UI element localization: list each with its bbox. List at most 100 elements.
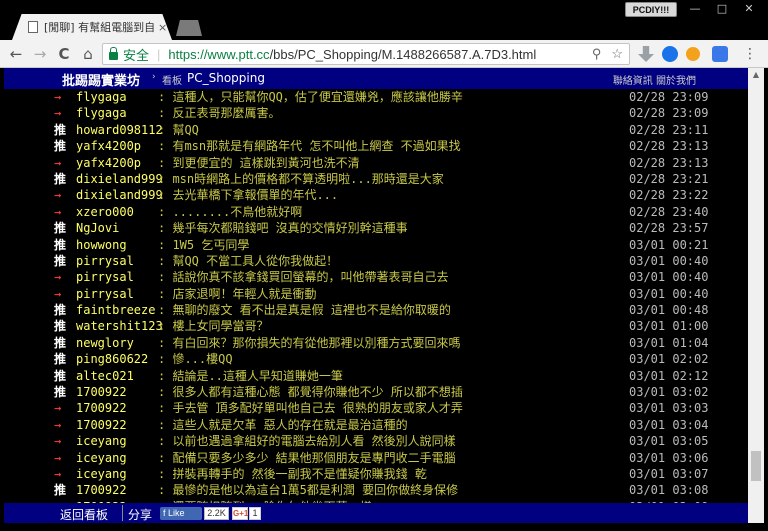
push-time: 02/28 23:21 xyxy=(629,171,709,186)
push-tag: → xyxy=(54,286,62,301)
maximize-icon[interactable]: □ xyxy=(711,2,733,16)
share-label: 分享 xyxy=(128,508,153,522)
push-userid[interactable]: altec021 xyxy=(76,368,134,384)
push-content: : 幫QQ 不當工具人從你我做起！ xyxy=(158,253,339,268)
push-row: → flygaga: 反正表哥那麼厲害。 02/28 23:09 xyxy=(4,105,748,121)
push-userid[interactable]: howwong xyxy=(76,237,127,253)
scroll-thumb[interactable] xyxy=(751,451,761,481)
push-userid[interactable]: 1700922 xyxy=(76,384,127,400)
address-bar[interactable]: 安全 | https://www.ptt.cc /bbs/PC_Shopping… xyxy=(102,43,630,65)
push-time: 02/28 23:13 xyxy=(629,155,709,170)
push-userid[interactable]: ping860622 xyxy=(76,351,148,367)
push-row: 推 1700922: 很多人都有這種心態 都覺得你賺他不少 所以都不想插 03/01… xyxy=(4,384,748,400)
push-userid[interactable]: iceyang xyxy=(76,450,127,466)
tab-close-icon[interactable]: × xyxy=(158,21,167,34)
push-userid[interactable]: flygaga xyxy=(76,105,127,121)
push-tag: 推 xyxy=(54,253,67,268)
breadcrumb-arrow-icon: › xyxy=(152,72,156,82)
url-path: /bbs/PC_Shopping/M.1488266587.A.7D3.html xyxy=(269,46,537,62)
push-userid[interactable]: 1700922 xyxy=(76,482,127,498)
download-extension-icon[interactable] xyxy=(638,46,654,62)
push-userid[interactable]: dixieland999 xyxy=(76,187,163,203)
push-userid[interactable]: dixieland999 xyxy=(76,171,163,187)
push-content: : 配備只要多少多少 結果他那個朋友是專門收二手電腦 xyxy=(158,450,456,465)
back-to-board-button[interactable]: 返回看板 xyxy=(60,506,108,523)
push-userid[interactable]: howard098112 xyxy=(76,122,163,138)
push-userid[interactable]: xzero000 xyxy=(76,204,134,220)
facebook-like-button[interactable]: f Like xyxy=(160,507,202,520)
push-row: → iceyang: 以前也遇過拿組好的電腦去給別人看 然後別人說同樣 03/01 … xyxy=(4,433,748,449)
push-userid[interactable]: 1700922 xyxy=(76,417,127,433)
scroll-up-icon[interactable]: ▲ xyxy=(748,68,764,82)
push-content: : 這種人，只能幫你QQ，估了便宜還嫌兇，應該讓他勝辛 xyxy=(158,90,463,104)
push-userid[interactable]: 1700922 xyxy=(76,400,127,416)
new-tab-button[interactable] xyxy=(176,20,202,36)
push-tag: 推 xyxy=(54,237,67,252)
push-content: : 1W5 乞丐同學 xyxy=(158,237,250,252)
push-userid[interactable]: iceyang xyxy=(76,466,127,482)
board-link[interactable]: PC_Shopping xyxy=(187,71,265,85)
reload-button[interactable]: C xyxy=(54,44,74,64)
bookmark-star-icon[interactable]: ☆ xyxy=(611,46,623,62)
push-userid[interactable]: watershit123 xyxy=(76,318,163,334)
page-icon xyxy=(28,21,38,33)
footer-divider xyxy=(122,505,123,521)
push-userid[interactable]: faintbreeze xyxy=(76,302,155,318)
minimize-icon[interactable]: — xyxy=(684,2,706,16)
forward-button[interactable]: → xyxy=(30,44,50,64)
push-time: 02/28 23:40 xyxy=(629,204,709,219)
menu-icon[interactable]: ⋮ xyxy=(740,44,760,64)
page-scrollbar[interactable]: ▲ ▼ xyxy=(748,68,764,523)
push-userid[interactable]: newglory xyxy=(76,335,134,351)
push-content: : 這些人就是欠革 惡人的存在就是最治這種的 xyxy=(158,417,408,432)
push-content: : 拼裝再轉手的 然後一副我不是懂疑你賺我錢 乾 xyxy=(158,466,427,481)
push-time: 02/28 23:11 xyxy=(629,122,709,137)
push-time: 03/01 00:40 xyxy=(629,270,709,285)
push-row: → flygaga: 這種人，只能幫你QQ，估了便宜還嫌兇，應該讓他勝辛 02/28… xyxy=(4,89,748,105)
push-list: → flygaga : 這種人，只能幫你QQ，估了便宜還嫌兇，應該讓他勝辛 02/28… xyxy=(4,89,748,503)
extension-icon[interactable] xyxy=(662,46,678,62)
push-userid[interactable]: pirrysal xyxy=(76,269,134,285)
push-userid[interactable]: iceyang xyxy=(76,433,127,449)
tab-title: [閒聊] 有幫組電腦到自己 xyxy=(44,21,154,34)
search-icon[interactable]: ⚲ xyxy=(592,46,602,62)
push-row: 推 watershit123: 樓上女同學當哥？ 03/01 01:00 xyxy=(4,318,748,334)
browser-tab-active[interactable]: [閒聊] 有幫組電腦到自己 × xyxy=(12,14,172,40)
push-userid[interactable]: yafx4200p xyxy=(76,155,141,171)
header-links[interactable]: 聯絡資訊 關於我們 xyxy=(613,72,696,87)
push-time: 03/01 00:40 xyxy=(629,253,709,268)
push-tag: → xyxy=(54,434,62,449)
facebook-like-count: 2.2K xyxy=(204,507,229,520)
push-tag: 推 xyxy=(54,385,67,400)
push-time: 03/01 02:02 xyxy=(629,352,709,367)
push-row: 推 yafx4200p: 有msn那就是有網路年代 怎不叫他上網查 不過如果找 02… xyxy=(4,138,748,154)
site-logo[interactable]: 批踢踢實業坊 xyxy=(62,70,140,89)
push-time: 02/28 23:09 xyxy=(629,106,709,121)
browser-toolbar: ← → C ⌂ 安全 | https://www.ptt.cc /bbs/PC_… xyxy=(0,40,768,68)
push-row: → iceyang: 配備只要多少多少 結果他那個朋友是專門收二手電腦 03/01 … xyxy=(4,450,748,466)
extension-icon[interactable] xyxy=(686,47,700,61)
profile-badge[interactable]: PCDIY!!! xyxy=(625,2,677,17)
push-time: 02/28 23:57 xyxy=(629,221,709,236)
push-row: → pirrysal: 話說你真不該拿錢買回螢幕的，叫他帶著表哥自己去 03/01 … xyxy=(4,269,748,285)
push-userid[interactable]: NgJovi xyxy=(76,220,119,236)
push-tag: → xyxy=(54,466,62,481)
push-tag: 推 xyxy=(54,171,67,186)
push-content: : 幾乎每次都賠錢吧 沒真的交情好別幹這種事 xyxy=(158,221,408,236)
extension-icon[interactable] xyxy=(712,46,728,62)
push-content: : 幫QQ xyxy=(158,122,199,137)
push-tag: → xyxy=(54,90,62,104)
push-content: : 店家退啊！年輕人就是衝動 xyxy=(158,286,317,301)
push-userid[interactable]: yafx4200p xyxy=(76,138,141,154)
google-plus-count: 1 xyxy=(249,507,261,520)
push-userid[interactable]: flygaga xyxy=(76,89,127,105)
google-plus-button[interactable]: G+1 xyxy=(232,507,248,520)
push-userid[interactable]: pirrysal xyxy=(76,286,134,302)
close-window-icon[interactable]: ✕ xyxy=(738,2,760,16)
push-content: : 有msn那就是有網路年代 怎不叫他上網查 不過如果找 xyxy=(158,139,461,154)
back-button[interactable]: ← xyxy=(6,44,26,64)
push-userid[interactable]: pirrysal xyxy=(76,253,134,269)
home-button[interactable]: ⌂ xyxy=(78,44,98,64)
push-row: 推 howard098112: 幫QQ 02/28 23:11 xyxy=(4,122,748,138)
browser-tab-strip: [閒聊] 有幫組電腦到自己 × PCDIY!!! — □ ✕ xyxy=(0,0,768,40)
